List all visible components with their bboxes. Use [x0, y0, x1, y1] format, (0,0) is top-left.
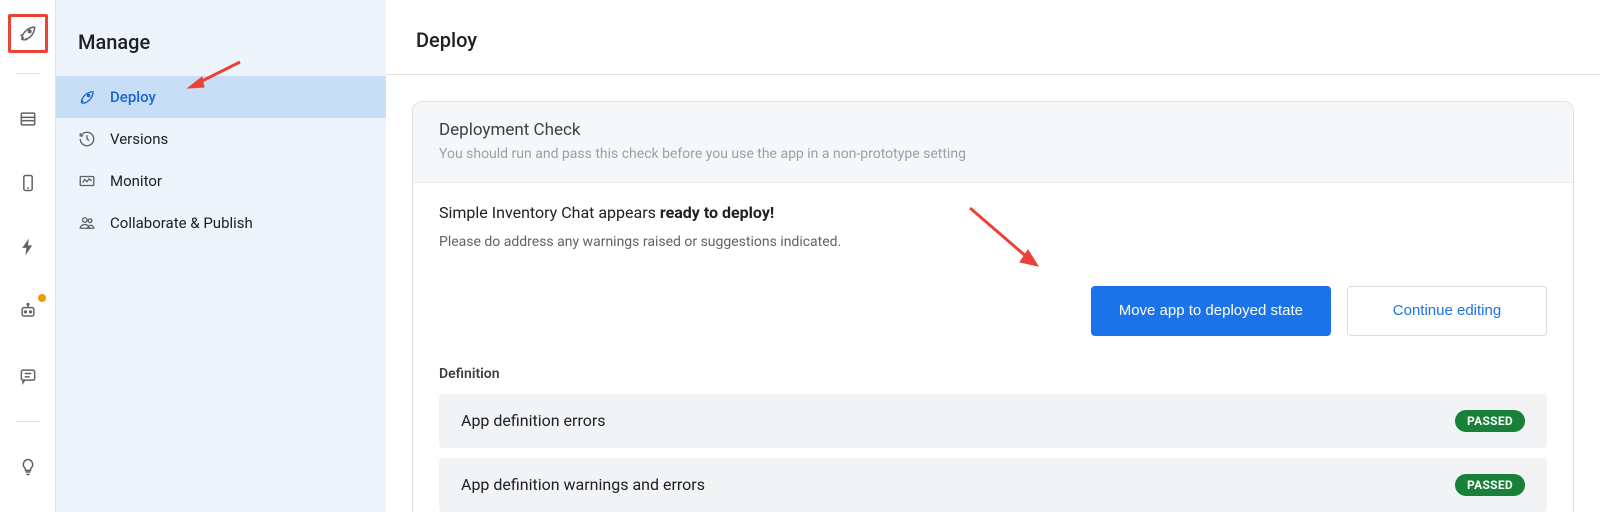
- sidebar-title: Manage: [56, 18, 386, 76]
- sidebar-item-label: Collaborate & Publish: [110, 214, 253, 232]
- icon-rail: [0, 0, 56, 512]
- card-subtitle: You should run and pass this check befor…: [439, 146, 1547, 162]
- sidebar-item-label: Versions: [110, 130, 168, 148]
- check-row-label: App definition warnings and errors: [461, 475, 705, 494]
- status-badge: PASSED: [1455, 474, 1525, 496]
- history-icon: [78, 130, 96, 148]
- check-row[interactable]: App definition warnings and errors PASSE…: [439, 458, 1547, 512]
- rail-tips[interactable]: [8, 448, 48, 486]
- move-to-deployed-button[interactable]: Move app to deployed state: [1091, 286, 1331, 336]
- section-label-definition: Definition: [413, 362, 1573, 394]
- main-body: Deployment Check You should run and pass…: [386, 75, 1600, 512]
- divider: [16, 73, 40, 74]
- rail-assistant[interactable]: [8, 292, 48, 330]
- robot-icon: [18, 301, 38, 321]
- sidebar-item-deploy[interactable]: Deploy: [56, 76, 386, 118]
- sidebar-item-label: Monitor: [110, 172, 162, 190]
- mobile-icon: [18, 173, 38, 193]
- bolt-icon: [18, 237, 38, 257]
- status-strong: ready to deploy!: [660, 203, 774, 222]
- card-status-block: Simple Inventory Chat appears ready to d…: [413, 183, 1573, 286]
- button-row: Move app to deployed state Continue edit…: [413, 286, 1573, 362]
- chat-icon: [18, 366, 38, 386]
- sidebar-item-versions[interactable]: Versions: [56, 118, 386, 160]
- data-icon: [18, 109, 38, 129]
- sidebar-item-monitor[interactable]: Monitor: [56, 160, 386, 202]
- page-title: Deploy: [386, 0, 1600, 75]
- status-note: Please do address any warnings raised or…: [439, 234, 1547, 250]
- bulb-icon: [18, 457, 38, 477]
- check-row[interactable]: App definition errors PASSED: [439, 394, 1547, 448]
- deployment-check-card: Deployment Check You should run and pass…: [412, 101, 1574, 512]
- rail-data[interactable]: [8, 99, 48, 137]
- main-panel: Deploy Deployment Check You should run a…: [386, 0, 1600, 512]
- rail-automation[interactable]: [8, 228, 48, 266]
- users-icon: [78, 214, 96, 232]
- notification-dot: [38, 294, 46, 302]
- divider: [16, 421, 40, 422]
- rocket-icon: [18, 23, 38, 43]
- activity-icon: [78, 172, 96, 190]
- rail-chat[interactable]: [8, 357, 48, 395]
- check-row-label: App definition errors: [461, 411, 606, 430]
- rocket-icon: [78, 88, 96, 106]
- status-prefix: Simple Inventory Chat appears: [439, 203, 660, 222]
- rail-manage[interactable]: [8, 14, 48, 53]
- sidebar-item-label: Deploy: [110, 88, 156, 106]
- status-badge: PASSED: [1455, 410, 1525, 432]
- card-header: Deployment Check You should run and pass…: [413, 102, 1573, 183]
- sidebar: Manage Deploy Versions Monitor Collabora…: [56, 0, 386, 512]
- continue-editing-button[interactable]: Continue editing: [1347, 286, 1547, 336]
- sidebar-item-collaborate[interactable]: Collaborate & Publish: [56, 202, 386, 244]
- card-title: Deployment Check: [439, 120, 1547, 140]
- deploy-status-line: Simple Inventory Chat appears ready to d…: [439, 203, 1547, 222]
- rail-mobile[interactable]: [8, 164, 48, 202]
